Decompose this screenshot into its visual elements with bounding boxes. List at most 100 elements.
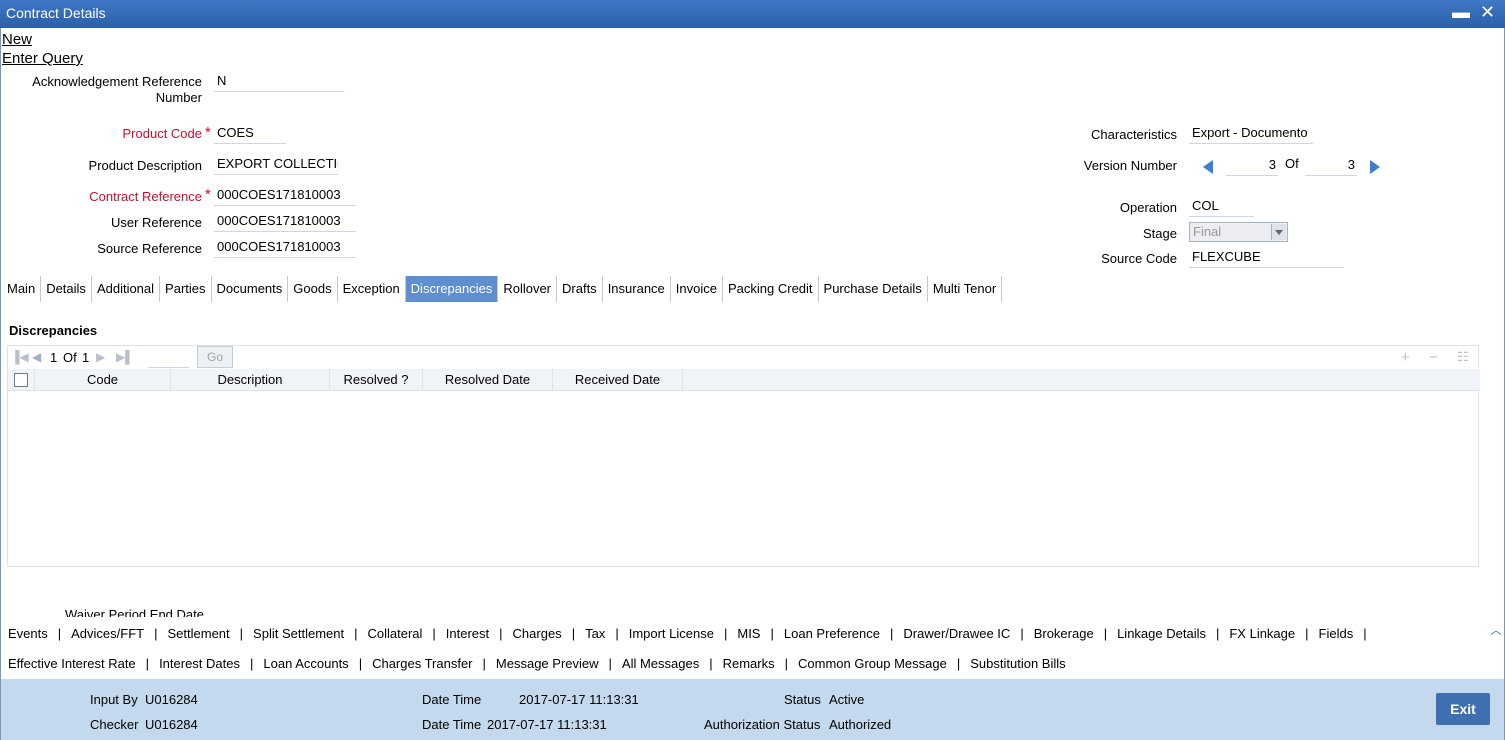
link-charges[interactable]: Charges (513, 626, 562, 641)
link-drawer-drawee-ic[interactable]: Drawer/Drawee IC (903, 626, 1010, 641)
column-header-resolved-date[interactable]: Resolved Date (423, 369, 553, 391)
close-icon[interactable]: ✕ (1480, 2, 1495, 22)
operation-field[interactable]: COL (1189, 197, 1254, 217)
link-all-messages[interactable]: All Messages (622, 656, 699, 671)
tab-rollover[interactable]: Rollover (498, 276, 558, 302)
link-substitution-bills[interactable]: Substitution Bills (970, 656, 1065, 671)
authorization-status-value: Authorized (829, 717, 892, 732)
tab-additional[interactable]: Additional (92, 276, 161, 302)
subsystem-links-panel: Events | Advices/FFT | Settlement | Split Sett… (1, 617, 1504, 679)
column-header-description[interactable]: Description (171, 369, 330, 391)
link-interest[interactable]: Interest (446, 626, 489, 641)
ack-ref-label: Acknowledgement Reference Number (20, 74, 202, 105)
link-fx-linkage[interactable]: FX Linkage (1229, 626, 1295, 641)
grid-header-row: Code Description Resolved ? Resolved Dat… (8, 369, 1480, 391)
next-version-icon[interactable] (1370, 160, 1380, 174)
tab-multi-tenor[interactable]: Multi Tenor (928, 276, 1003, 302)
link-separator: | (432, 626, 436, 641)
window-title-bar: Contract Details ▬ ✕ (0, 0, 1505, 28)
enter-query-link[interactable]: Enter Query (2, 50, 83, 67)
contract-reference-field[interactable]: 000COES171810003 (214, 186, 356, 206)
date-time-label: Date Time (422, 692, 482, 707)
link-split-settlement[interactable]: Split Settlement (253, 626, 344, 641)
user-reference-label: User Reference (110, 215, 202, 230)
input-by-label: Input By (90, 692, 138, 707)
product-code-field[interactable]: COES (214, 124, 286, 144)
stage-select-value: Final (1193, 224, 1222, 239)
page-number-input[interactable] (148, 348, 189, 368)
source-code-field[interactable]: FLEXCUBE (1189, 248, 1344, 268)
link-mis[interactable]: MIS (737, 626, 760, 641)
tab-documents[interactable]: Documents (212, 276, 289, 302)
link-brokerage[interactable]: Brokerage (1034, 626, 1094, 641)
link-effective-interest-rate[interactable]: Effective Interest Rate (8, 656, 136, 671)
link-separator: | (890, 626, 894, 641)
version-current-field[interactable]: 3 (1226, 156, 1278, 176)
link-linkage-details[interactable]: Linkage Details (1117, 626, 1206, 641)
link-advices-fft[interactable]: Advices/FFT (71, 626, 144, 641)
link-interest-dates[interactable]: Interest Dates (159, 656, 240, 671)
minimize-icon[interactable]: ▬ (1452, 2, 1470, 22)
exit-button[interactable]: Exit (1436, 693, 1490, 725)
link-common-group-message[interactable]: Common Group Message (798, 656, 947, 671)
go-button[interactable]: Go (197, 346, 233, 368)
list-view-icon[interactable]: ☷ (1457, 349, 1469, 365)
tab-packing-credit[interactable]: Packing Credit (723, 276, 819, 302)
link-message-preview[interactable]: Message Preview (496, 656, 599, 671)
tab-discrepancies[interactable]: Discrepancies (405, 276, 499, 302)
link-remarks[interactable]: Remarks (723, 656, 775, 671)
tab-details[interactable]: Details (41, 276, 92, 302)
link-separator: | (1103, 626, 1108, 641)
product-code-label: Product Code (20, 126, 203, 141)
add-row-icon[interactable]: + (1401, 349, 1410, 366)
link-loan-accounts[interactable]: Loan Accounts (263, 656, 348, 671)
source-reference-field[interactable]: 000COES171810003 (214, 238, 356, 258)
ack-ref-field[interactable]: N (214, 72, 344, 92)
link-separator: | (239, 626, 244, 641)
column-header-code[interactable]: Code (35, 369, 171, 391)
tab-invoice[interactable]: Invoice (671, 276, 723, 302)
first-page-icon[interactable]: ▐◀ (11, 350, 29, 364)
link-collateral[interactable]: Collateral (367, 626, 422, 641)
tab-main[interactable]: Main (2, 276, 42, 302)
tab-drafts[interactable]: Drafts (557, 276, 603, 302)
required-mark: * (205, 124, 211, 141)
link-separator: | (145, 656, 150, 671)
link-settlement[interactable]: Settlement (168, 626, 230, 641)
tab-insurance[interactable]: Insurance (603, 276, 671, 302)
product-description-label: Product Description (88, 158, 202, 173)
characteristics-field[interactable]: Export - Documento (1189, 124, 1313, 144)
product-description-field[interactable]: EXPORT COLLECTIO (214, 155, 338, 175)
delete-row-icon[interactable]: − (1429, 349, 1438, 366)
link-events[interactable]: Events (8, 626, 48, 641)
link-charges-transfer[interactable]: Charges Transfer (372, 656, 472, 671)
user-reference-field[interactable]: 000COES171810003 (214, 212, 356, 232)
column-header-received-date[interactable]: Received Date (553, 369, 683, 391)
link-import-license[interactable]: Import License (629, 626, 714, 641)
link-loan-preference[interactable]: Loan Preference (784, 626, 880, 641)
tab-purchase-details[interactable]: Purchase Details (819, 276, 928, 302)
previous-version-icon[interactable] (1203, 160, 1213, 174)
last-page-icon[interactable]: ▶▌ (116, 350, 134, 364)
previous-page-icon[interactable]: ◀ (32, 350, 41, 364)
tab-exception[interactable]: Exception (338, 276, 406, 302)
select-all-checkbox[interactable] (14, 373, 28, 387)
tab-goods[interactable]: Goods (288, 276, 338, 302)
link-separator: | (956, 656, 961, 671)
stage-select[interactable]: Final (1189, 222, 1288, 242)
link-separator: | (709, 656, 713, 671)
tab-bar: Main Details Additional Parties Document… (2, 276, 1003, 302)
link-tax[interactable]: Tax (585, 626, 605, 641)
checker-date-time-label: Date Time (422, 717, 482, 732)
collapse-up-icon[interactable]: ︿ (1490, 621, 1502, 638)
tab-parties[interactable]: Parties (160, 276, 212, 302)
new-link[interactable]: New (2, 31, 32, 48)
checker-date-time-value: 2017-07-17 11:13:31 (487, 717, 607, 732)
column-header-resolved[interactable]: Resolved ? (330, 369, 423, 391)
source-code-label: Source Code (1101, 251, 1177, 266)
next-page-icon[interactable]: ▶ (96, 350, 105, 364)
link-separator: | (250, 656, 254, 671)
link-separator: | (770, 626, 774, 641)
chevron-down-icon (1271, 224, 1286, 240)
link-fields[interactable]: Fields (1319, 626, 1354, 641)
